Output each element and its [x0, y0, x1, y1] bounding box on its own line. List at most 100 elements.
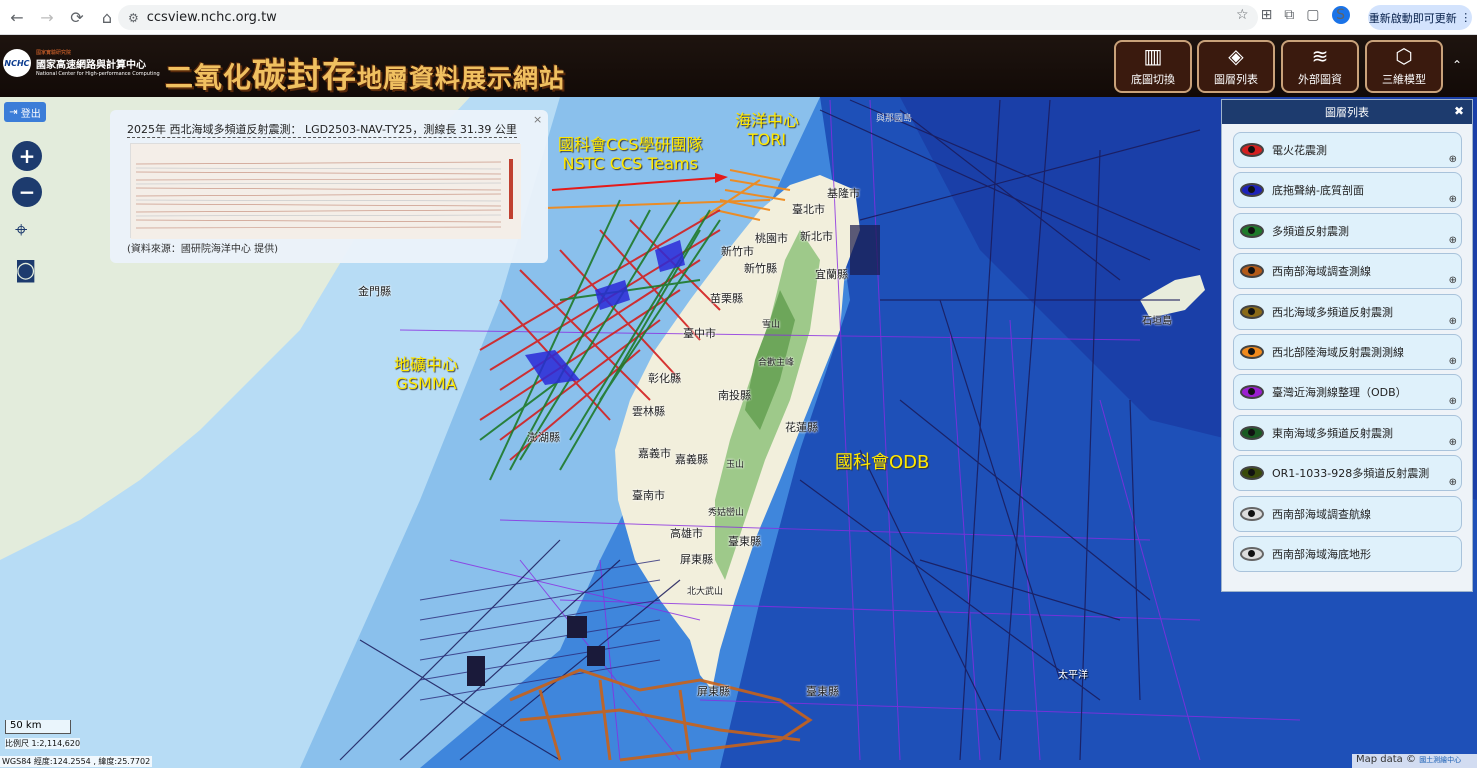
site-title: 二氧化碳封存地層資料展示網站	[165, 48, 565, 97]
site-info-icon[interactable]: ⚙	[128, 11, 139, 25]
locate-icon[interactable]: ⌖	[15, 218, 27, 243]
reload-icon[interactable]: ⟳	[64, 4, 90, 30]
map-label: 秀姑巒山	[708, 508, 745, 518]
layer-item[interactable]: 西南部海域海底地形	[1233, 536, 1462, 572]
layer-label: 多頻道反射震測	[1272, 224, 1349, 238]
home-icon[interactable]: ⌂	[94, 4, 120, 30]
forward-icon[interactable]: →	[34, 4, 60, 30]
zoom-to-layer-icon[interactable]: ⊕	[1449, 154, 1457, 165]
map-label: 臺北市	[792, 203, 825, 216]
logout-icon: ⇥	[9, 106, 18, 118]
layer-list-button[interactable]: ◈ 圖層列表	[1197, 40, 1275, 93]
external-layers-label: 外部圖資	[1298, 73, 1342, 86]
close-icon[interactable]: ✖	[1454, 104, 1464, 118]
zoom-to-layer-icon[interactable]: ⊕	[1449, 194, 1457, 205]
logout-button[interactable]: ⇥ 登出	[4, 102, 46, 122]
map-label: 基隆市	[827, 187, 860, 200]
map-label: 高雄市	[670, 527, 703, 540]
coordinate-readout: WGS84 經度:124.2554 , 緯度:25.7702	[0, 756, 153, 767]
tori-annotation-en: TORI	[747, 130, 787, 150]
zoom-to-layer-icon[interactable]: ⊕	[1449, 316, 1457, 327]
scale-bar: 50 km	[5, 720, 71, 734]
layer-label: 臺灣近海測線整理（ODB）	[1272, 386, 1407, 400]
map-icon: ▥	[1143, 44, 1163, 68]
layer-item[interactable]: 西南部海域調查測線 ⊕	[1233, 253, 1462, 290]
translate-icon[interactable]: ⊞	[1261, 7, 1273, 23]
zoom-to-layer-icon[interactable]: ⊕	[1449, 396, 1457, 407]
map-attribution: Map data © 國土測繪中心	[1352, 754, 1477, 768]
3d-model-button[interactable]: ⬡ 三維模型	[1365, 40, 1443, 93]
update-button[interactable]: 重新啟動即可更新 ⋮	[1368, 5, 1472, 30]
nstc-annotation-en: NSTC CCS Teams	[562, 154, 698, 174]
external-layers-button[interactable]: ≋ 外部圖資	[1281, 40, 1359, 93]
layer-item[interactable]: 西南部海域調查航線	[1233, 495, 1462, 532]
logo-org-name: 國家高速網路與計算中心	[36, 60, 146, 71]
layer-item[interactable]: 西北海域多頻道反射震測 ⊕	[1233, 293, 1462, 330]
gsmma-annotation: 地礦中心 GSMMA	[394, 355, 458, 393]
profile-avatar[interactable]: S	[1331, 6, 1350, 24]
zoom-to-layer-icon[interactable]: ⊕	[1449, 356, 1457, 367]
back-icon[interactable]: ←	[4, 4, 30, 30]
eye-icon[interactable]	[1240, 466, 1264, 481]
logo-org-small: 國家實驗研究院	[36, 50, 72, 56]
nstc-annotation: 國科會CCS學研團隊 NSTC CCS Teams	[558, 135, 703, 173]
nchc-logo[interactable]: NCHC 國家實驗研究院 國家高速網路與計算中心 National Center…	[3, 49, 160, 77]
map-label: 臺東縣	[806, 685, 839, 698]
seismic-source: (資料來源：國研院海洋中心 提供)	[127, 244, 278, 255]
chevron-up-icon[interactable]: ⌃	[1452, 58, 1462, 72]
layer-item[interactable]: 東南海域多頻道反射震測 ⊕	[1233, 414, 1462, 451]
extensions-icon[interactable]: ⧉	[1284, 7, 1294, 23]
seismic-title: 2025年 西北海域多頻道反射震測： LGD2503-NAV-TY25，測線長 …	[127, 123, 517, 138]
layer-item[interactable]: 多頻道反射震測 ⊕	[1233, 212, 1462, 249]
odb-annotation: 國科會ODB	[835, 452, 930, 473]
attribution-text: Map data ©	[1356, 754, 1416, 765]
map-label: 嘉義市	[638, 447, 671, 460]
zoom-in-button[interactable]: +	[12, 141, 42, 171]
layer-item[interactable]: 西北部陸海域反射震測測線 ⊕	[1233, 334, 1462, 370]
close-icon[interactable]: ×	[533, 113, 542, 126]
layer-item[interactable]: 臺灣近海測線整理（ODB） ⊕	[1233, 374, 1462, 411]
map-label: 屏東縣	[697, 685, 730, 698]
logo-org-en: National Center for High-performance Com…	[36, 71, 160, 77]
basemap-switch-button[interactable]: ▥ 底圖切換	[1114, 40, 1192, 93]
layer-item[interactable]: 底拖聲納-底質剖面 ⊕	[1233, 172, 1462, 209]
eye-icon[interactable]	[1240, 345, 1264, 359]
eye-icon[interactable]	[1240, 223, 1264, 238]
layer-label: 西南部海域海底地形	[1272, 548, 1371, 561]
layer-label: 西北海域多頻道反射震測	[1272, 305, 1393, 319]
address-bar[interactable]: ⚙ ccsview.nchc.org.tw	[118, 5, 1258, 30]
layer-item[interactable]: 電火花震測 ⊕	[1233, 132, 1462, 168]
map-label: 澎湖縣	[527, 431, 560, 444]
map-label: 北大武山	[687, 587, 724, 597]
layer-panel-title: 圖層列表	[1325, 106, 1369, 119]
layer-label: 西北部陸海域反射震測測線	[1272, 346, 1404, 359]
map-label: 臺南市	[632, 489, 665, 502]
eye-icon[interactable]	[1240, 264, 1264, 279]
eye-slash-icon[interactable]	[1240, 506, 1264, 521]
attribution-source[interactable]: 國土測繪中心	[1419, 756, 1461, 764]
nchc-logo-mark: NCHC	[3, 49, 31, 77]
seismic-profile-graphic	[131, 144, 521, 239]
seismic-profile-image[interactable]	[130, 143, 521, 239]
map-label: 宜蘭縣	[815, 268, 848, 281]
logout-label: 登出	[20, 108, 41, 120]
zoom-to-layer-icon[interactable]: ⊕	[1449, 275, 1457, 286]
sidepanel-icon[interactable]: ▢	[1306, 7, 1319, 23]
title-part-3: 地層資料展示網站	[357, 64, 566, 93]
eye-icon[interactable]	[1240, 183, 1264, 198]
map-label: 彰化縣	[648, 372, 681, 385]
eye-slash-icon[interactable]	[1240, 547, 1264, 561]
bookmark-star-icon[interactable]: ☆	[1236, 7, 1249, 23]
layer-item[interactable]: OR1-1033-928多頻道反射震測 ⊕	[1233, 455, 1462, 492]
zoom-to-layer-icon[interactable]: ⊕	[1449, 437, 1457, 448]
zoom-to-layer-icon[interactable]: ⊕	[1449, 477, 1457, 488]
map-label: 臺東縣	[728, 535, 761, 548]
zoom-to-layer-icon[interactable]: ⊕	[1449, 235, 1457, 246]
eye-icon[interactable]	[1240, 304, 1264, 319]
zoom-out-button[interactable]: −	[12, 177, 42, 207]
eye-icon[interactable]	[1240, 143, 1264, 157]
eye-icon[interactable]	[1240, 425, 1264, 440]
eye-icon[interactable]	[1240, 385, 1264, 400]
camera-icon[interactable]: ◙	[15, 258, 36, 283]
map-label: 桃園市	[755, 232, 788, 245]
